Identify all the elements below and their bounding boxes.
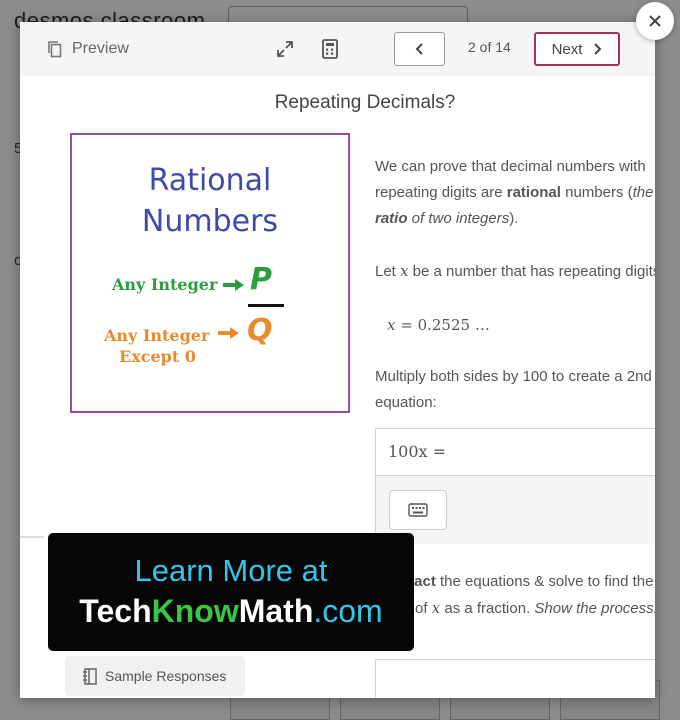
- divider: [20, 536, 44, 538]
- notebook-icon: [83, 667, 97, 685]
- chevron-left-icon: [415, 43, 423, 55]
- text-run-bold-italic: ratio: [375, 210, 408, 227]
- numerator-label: Any Integer: [112, 275, 218, 294]
- numerator-letter: P: [250, 262, 272, 297]
- preview-label: Preview: [72, 40, 129, 57]
- arrow-right-icon: [218, 327, 239, 339]
- arrow-right-icon: [223, 279, 244, 291]
- image-title-line: Rational: [148, 163, 272, 198]
- keyboard-area: [376, 476, 655, 544]
- math-value: = 0.2525 …: [395, 316, 490, 334]
- response-input[interactable]: [375, 659, 655, 698]
- text-run: be a number that has repeating digits:: [408, 263, 655, 280]
- screen-title: Repeating Decimals?: [274, 92, 456, 113]
- math-equation: x = 0.2525 …: [387, 312, 490, 338]
- rational-numbers-image: Rational Numbers Any Integer P Any Integ…: [70, 133, 350, 413]
- text-run: ).: [509, 210, 519, 227]
- promo-part: .com: [313, 593, 383, 629]
- math-variable: x: [400, 262, 409, 280]
- let-paragraph: Let x be a number that has repeating dig…: [375, 258, 655, 285]
- denominator-label: Any Integer: [104, 326, 210, 345]
- chevron-right-icon: [594, 43, 602, 55]
- denominator-label: Except 0: [119, 347, 196, 366]
- math-response-box: 100x =: [375, 428, 655, 544]
- denominator-letter: Q: [247, 313, 273, 348]
- text-run: as a fraction.: [440, 600, 535, 617]
- intro-paragraph: We can prove that decimal numbers with r…: [375, 154, 655, 232]
- math-input-field[interactable]: 100x =: [376, 429, 655, 476]
- text-run: numbers (: [560, 184, 633, 201]
- text-run-italic: of two integers: [407, 210, 510, 227]
- promo-url: TechKnowMath.com: [48, 593, 414, 630]
- image-title-line: Numbers: [141, 204, 279, 239]
- preview-toolbar: Preview 2 of 14 Next: [20, 22, 655, 76]
- fraction-bar: [248, 304, 284, 307]
- text-run-bold: rational: [506, 184, 561, 201]
- math-variable: x: [431, 599, 441, 617]
- promo-part: Math: [238, 593, 314, 629]
- promo-line: Learn More at: [134, 553, 328, 588]
- keyboard-button[interactable]: [389, 490, 447, 530]
- sample-responses-button[interactable]: Sample Responses: [65, 656, 245, 696]
- text-run-italic: the: [632, 184, 654, 201]
- keyboard-icon: [408, 503, 428, 517]
- promo-part: Tech: [79, 593, 152, 629]
- next-button[interactable]: Next: [534, 32, 620, 66]
- expand-icon[interactable]: [276, 40, 294, 58]
- promo-banner: Learn More at TechKnowMath.com: [48, 533, 414, 651]
- text-run-italic: Show the process.: [534, 600, 655, 617]
- promo-part: Know: [151, 593, 239, 629]
- multiply-paragraph: Multiply both sides by 100 to create a 2…: [375, 368, 652, 411]
- calculator-icon[interactable]: [322, 39, 338, 59]
- page-count: 2 of 14: [468, 39, 511, 55]
- close-icon: [649, 15, 661, 27]
- subtract-paragraph: Subtract the equations & solve to find t…: [375, 569, 655, 622]
- preview-label-group: Preview: [48, 37, 129, 61]
- previous-button[interactable]: [394, 32, 445, 66]
- copy-icon: [48, 40, 62, 57]
- sample-responses-label: Sample Responses: [105, 668, 227, 684]
- next-button-label: Next: [551, 40, 583, 58]
- close-button[interactable]: [636, 2, 674, 40]
- text-run: Let: [375, 263, 401, 280]
- math-input-prefix: 100x =: [388, 442, 447, 461]
